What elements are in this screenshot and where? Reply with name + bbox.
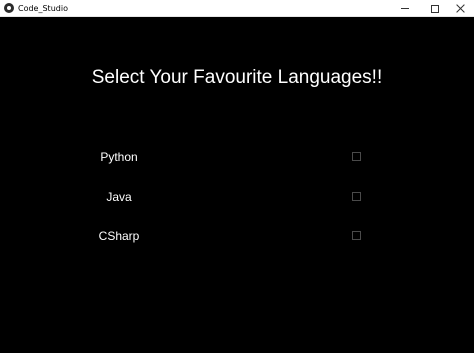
close-icon — [456, 4, 465, 13]
checkbox-csharp[interactable] — [352, 231, 361, 240]
checkbox-java[interactable] — [352, 192, 361, 201]
close-button[interactable] — [446, 0, 474, 17]
maximize-icon — [431, 4, 439, 13]
title-bar[interactable]: Code_Studio — [0, 0, 474, 17]
page-title: Select Your Favourite Languages!! — [91, 67, 383, 88]
app-content: Select Your Favourite Languages!! Python… — [0, 17, 474, 353]
language-label-csharp: CSharp — [98, 229, 140, 243]
minimize-icon — [401, 8, 409, 9]
language-label-python: Python — [100, 150, 138, 164]
window-title: Code_Studio — [18, 4, 68, 13]
app-icon — [4, 3, 14, 13]
language-label-java: Java — [106, 190, 132, 204]
minimize-button[interactable] — [390, 0, 420, 17]
checkbox-python[interactable] — [352, 152, 361, 161]
